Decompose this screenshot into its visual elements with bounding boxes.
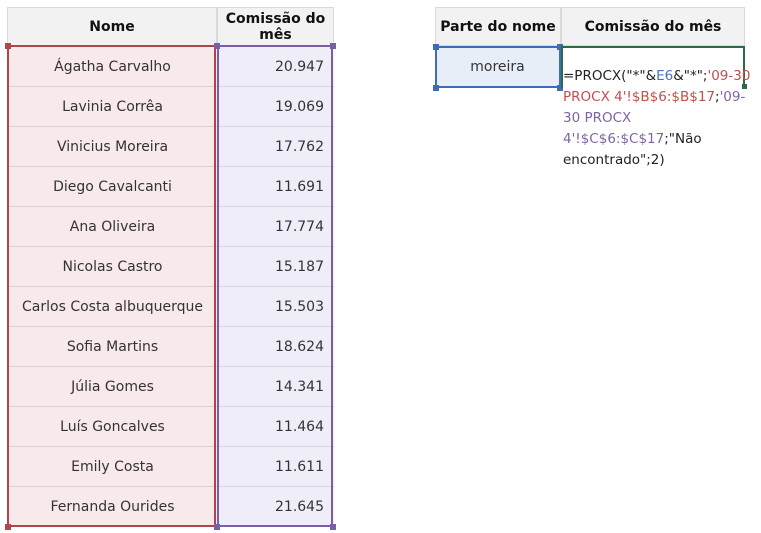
commission-cell[interactable]: 17.762 [219,127,334,167]
formula-part: &"*"; [673,68,708,84]
name-cell[interactable]: Carlos Costa albuquerque [8,287,217,327]
range-handle[interactable] [557,44,563,50]
header-comissao-result-label: Comissão do mês [584,18,722,35]
name-cell[interactable]: Júlia Gomes [8,367,217,407]
commission-cell[interactable]: 20.947 [219,47,334,87]
range-handle[interactable] [5,43,11,49]
name-cell[interactable]: Fernanda Ourides [8,487,217,527]
commission-cell[interactable]: 14.341 [219,367,334,407]
formula-part: =PROCX("*"& [563,68,657,84]
name-cell[interactable]: Sofia Martins [8,327,217,367]
header-parte-do-nome[interactable]: Parte do nome [435,7,561,46]
name-cell[interactable]: Ana Oliveira [8,207,217,247]
name-cell[interactable]: Nicolas Castro [8,247,217,287]
commission-cell[interactable]: 11.691 [219,167,334,207]
range-handle[interactable] [433,44,439,50]
name-cell[interactable]: Vinicius Moreira [8,127,217,167]
name-cell[interactable]: Emily Costa [8,447,217,487]
range-handle[interactable] [214,524,220,530]
formula-editor[interactable]: =PROCX("*"&E6&"*";'09-30 PROCX 4'!$B$6:$… [563,66,753,171]
commission-cell[interactable]: 11.464 [219,407,334,447]
name-cell[interactable]: Diego Cavalcanti [8,167,217,207]
commission-cell[interactable]: 17.774 [219,207,334,247]
name-cell[interactable]: Lavinia Corrêa [8,87,217,127]
name-cell[interactable]: Ágatha Carvalho [8,47,217,87]
commission-cell[interactable]: 15.503 [219,287,334,327]
range-handle[interactable] [5,524,11,530]
range-handle[interactable] [433,85,439,91]
header-parte-label: Parte do nome [440,18,556,35]
header-nome[interactable]: Nome [7,7,217,46]
commission-cell[interactable]: 21.645 [219,487,334,527]
lookup-value-cell[interactable]: moreira [435,46,560,87]
range-handle[interactable] [214,43,220,49]
commission-cell[interactable]: 19.069 [219,87,334,127]
range-handle[interactable] [330,524,336,530]
formula-ref-lookup: E6 [656,68,674,84]
name-cell[interactable]: Luís Goncalves [8,407,217,447]
header-comissao-label: Comissão do mês [225,10,326,43]
range-handle[interactable] [330,43,336,49]
commission-cell[interactable]: 18.624 [219,327,334,367]
header-nome-label: Nome [89,18,135,35]
commission-cell[interactable]: 15.187 [219,247,334,287]
header-comissao-result[interactable]: Comissão do mês [561,7,745,46]
commission-cell[interactable]: 11.611 [219,447,334,487]
header-comissao[interactable]: Comissão do mês [217,7,334,46]
